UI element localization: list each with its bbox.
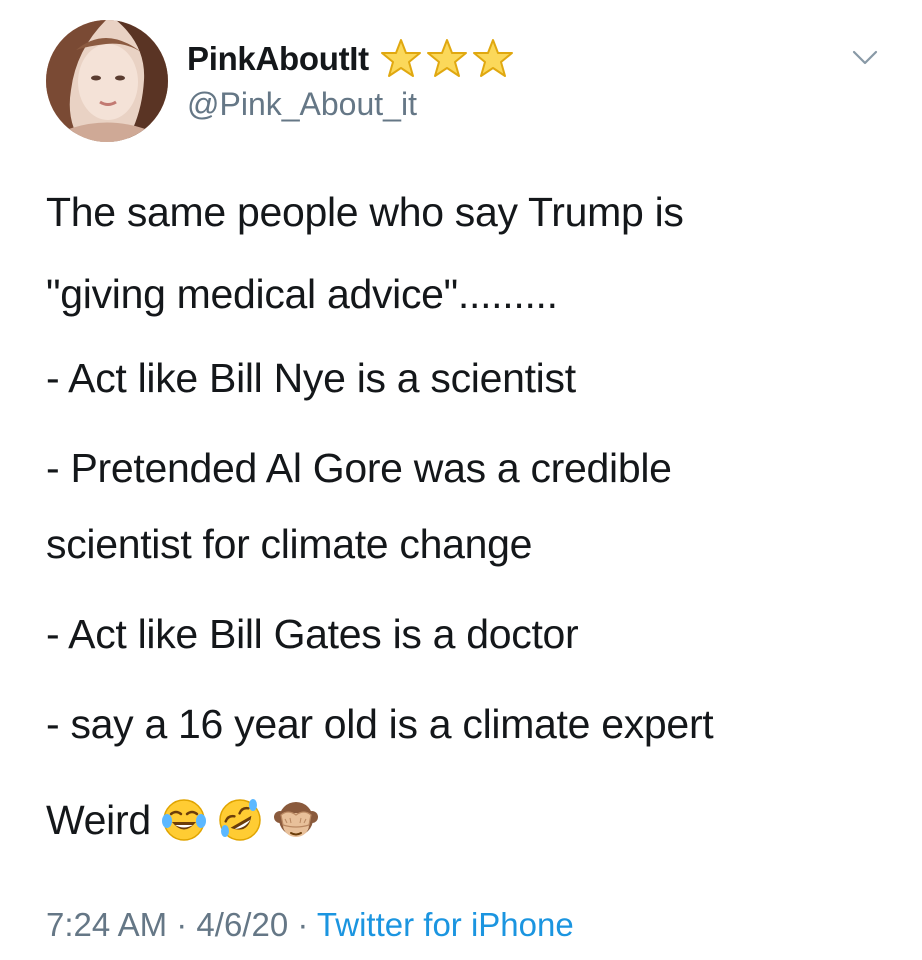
tweet-line: - Act like Bill Gates is a doctor (46, 611, 579, 657)
tweet-closing-line: Weird (46, 792, 896, 848)
tweet-line: scientist for climate change (46, 521, 533, 567)
rolling-on-floor-laughing-icon (219, 799, 261, 841)
tweet-date[interactable]: 4/6/20 (196, 906, 288, 943)
display-name-row[interactable]: PinkAboutIt (187, 38, 515, 80)
emoji-group (161, 797, 319, 843)
tweet-line: - Pretended Al Gore was a credible (46, 445, 672, 491)
tweet-line: The same people who say Trump is (46, 189, 684, 235)
tweet-meta: 7:24 AM · 4/6/20 · Twitter for iPhone (46, 906, 574, 944)
tweet-card: PinkAboutIt @Pink_About_it The same peop… (0, 0, 922, 960)
star-icon (380, 39, 421, 77)
meta-separator: · (176, 906, 188, 943)
star-icon (426, 39, 467, 77)
tweet-source-link[interactable]: Twitter for iPhone (317, 906, 574, 943)
tweet-line: - Act like Bill Nye is a scientist (46, 355, 576, 401)
chevron-down-icon[interactable] (852, 48, 878, 68)
user-handle[interactable]: @Pink_About_it (187, 86, 417, 123)
star-icon (472, 39, 513, 77)
avatar-photo-icon (46, 20, 168, 142)
see-no-evil-monkey-icon (273, 802, 318, 838)
tweet-line: - say a 16 year old is a climate expert (46, 701, 714, 747)
face-with-tears-of-joy-icon (161, 799, 206, 841)
meta-separator: · (297, 906, 309, 943)
avatar[interactable] (46, 20, 168, 142)
display-name[interactable]: PinkAboutIt (187, 40, 369, 78)
tweet-line: "giving medical advice"......... (46, 271, 558, 317)
tweet-time[interactable]: 7:24 AM (46, 906, 167, 943)
closing-word: Weird (46, 797, 151, 843)
badge-stars (379, 38, 515, 80)
